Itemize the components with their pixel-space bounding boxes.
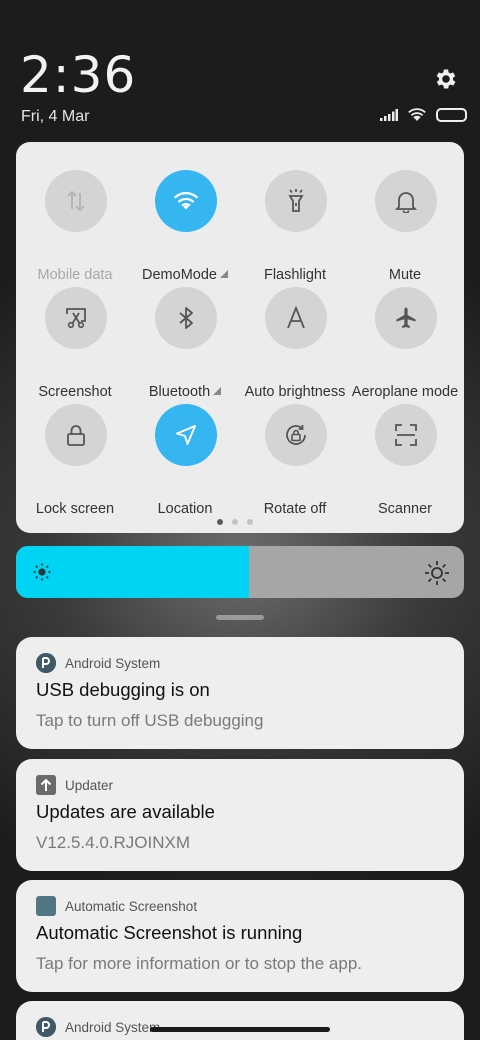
tile-location[interactable]: Location	[130, 404, 240, 517]
screenshot-icon	[66, 308, 86, 329]
notification-title: Automatic Screenshot is running	[36, 922, 303, 943]
tile-label: Aeroplane mode	[351, 384, 459, 400]
gear-icon[interactable]	[433, 66, 459, 92]
tile-lock-screen[interactable]: Lock screen	[20, 404, 130, 517]
tile-label: DemoMode	[142, 267, 217, 283]
auto-brightness-icon	[287, 306, 305, 329]
page-dot	[247, 519, 253, 525]
date: Fri, 4 Mar	[21, 108, 90, 125]
android-system-icon	[36, 653, 56, 673]
tile-label: Mute	[388, 267, 422, 283]
wifi-icon	[173, 192, 199, 210]
tile-label: Bluetooth	[148, 384, 211, 400]
notification-title: USB debugging is on	[36, 679, 210, 700]
notification-card[interactable]: Android System	[16, 1001, 464, 1040]
notification-title: Updates are available	[36, 801, 215, 822]
page-dot	[217, 519, 223, 525]
notification-app-name: Updater	[65, 777, 114, 793]
tile-demomode[interactable]: DemoMode	[130, 170, 240, 283]
tile-scanner[interactable]: Scanner	[350, 404, 460, 517]
notification-body: V12.5.4.0.RJOINXM	[36, 833, 191, 852]
battery-icon	[436, 108, 467, 122]
tile-mobile-data[interactable]: Mobile data	[20, 170, 130, 283]
bell-icon	[395, 192, 417, 213]
automatic-screenshot-icon	[36, 896, 56, 916]
expand-caret-icon	[213, 387, 222, 395]
tile-screenshot[interactable]: Screenshot	[20, 287, 130, 400]
bluetooth-icon	[179, 307, 193, 329]
tile-aeroplane-mode[interactable]: Aeroplane mode	[350, 287, 460, 400]
notification-body: Tap to turn off USB debugging	[36, 711, 264, 730]
brightness-slider[interactable]	[16, 546, 464, 598]
page-indicator	[217, 519, 253, 525]
notification-card[interactable]: Updater Updates are available V12.5.4.0.…	[16, 759, 464, 871]
tile-auto-brightness[interactable]: Auto brightness	[240, 287, 350, 400]
scanner-icon	[395, 424, 417, 446]
page-dot	[232, 519, 238, 525]
airplane-icon	[396, 307, 416, 328]
status-bar: 2:36 Fri, 4 Mar	[0, 0, 480, 140]
clock: 2:36	[20, 46, 137, 104]
flashlight-icon	[288, 189, 304, 212]
tile-bluetooth[interactable]: Bluetooth	[130, 287, 240, 400]
brightness-low-icon	[33, 563, 51, 581]
notification-app-name: Automatic Screenshot	[65, 898, 198, 914]
notification-app-name: Android System	[65, 1019, 161, 1035]
quick-settings-panel: Mobile data DemoMode Flashlight Mute Scr…	[16, 142, 464, 533]
signal-icon	[380, 109, 398, 121]
tile-mute[interactable]: Mute	[350, 170, 460, 283]
updater-arrow-icon	[36, 775, 56, 795]
tile-label: Scanner	[377, 501, 432, 517]
mobile-data-icon	[67, 190, 85, 212]
android-system-icon	[36, 1017, 56, 1037]
rotate-lock-icon	[286, 425, 306, 445]
notification-app-name: Android System	[65, 655, 161, 671]
brightness-high-icon	[425, 561, 449, 585]
notification-body: Tap for more information or to stop the …	[36, 954, 363, 973]
gesture-navigation-bar[interactable]	[150, 1027, 330, 1032]
notification-card[interactable]: Android System USB debugging is on Tap t…	[16, 637, 464, 749]
notification-card[interactable]: Automatic Screenshot Automatic Screensho…	[16, 880, 464, 992]
location-icon	[176, 425, 196, 445]
lock-icon	[67, 425, 85, 446]
drag-handle[interactable]	[216, 615, 264, 620]
wifi-icon	[408, 108, 426, 121]
tile-rotate-off[interactable]: Rotate off	[240, 404, 350, 517]
tile-flashlight[interactable]: Flashlight	[240, 170, 350, 283]
